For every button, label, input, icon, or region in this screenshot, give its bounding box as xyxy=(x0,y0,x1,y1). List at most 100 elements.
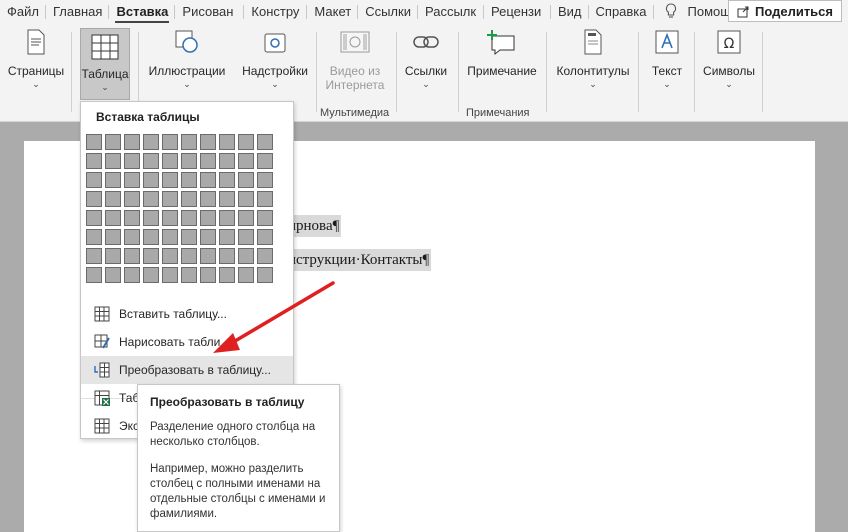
table-grid-cell[interactable] xyxy=(143,267,159,283)
table-grid-cell[interactable] xyxy=(162,248,178,264)
table-grid-cell[interactable] xyxy=(124,210,140,226)
table-grid-cell[interactable] xyxy=(143,248,159,264)
table-grid-cell[interactable] xyxy=(200,229,216,245)
table-grid-cell[interactable] xyxy=(162,153,178,169)
insert-table-item[interactable]: Вставить таблицу... xyxy=(81,300,293,328)
table-grid-cell[interactable] xyxy=(257,210,273,226)
tab-review[interactable]: Рецензи xyxy=(484,0,551,24)
table-grid-cell[interactable] xyxy=(143,172,159,188)
table-grid-cell[interactable] xyxy=(86,153,102,169)
table-grid-cell[interactable] xyxy=(124,191,140,207)
table-grid-cell[interactable] xyxy=(143,153,159,169)
draw-table-item[interactable]: Нарисовать табли xyxy=(81,328,293,356)
table-grid-cell[interactable] xyxy=(181,248,197,264)
table-grid-cell[interactable] xyxy=(219,267,235,283)
table-grid-cell[interactable] xyxy=(238,153,254,169)
table-grid-cell[interactable] xyxy=(143,134,159,150)
table-grid-cell[interactable] xyxy=(124,248,140,264)
table-grid-cell[interactable] xyxy=(162,229,178,245)
table-grid-cell[interactable] xyxy=(257,134,273,150)
table-grid-cell[interactable] xyxy=(257,267,273,283)
table-grid-cell[interactable] xyxy=(105,153,121,169)
table-grid-cell[interactable] xyxy=(105,267,121,283)
table-grid-cell[interactable] xyxy=(124,134,140,150)
table-grid-cell[interactable] xyxy=(162,267,178,283)
table-grid-cell[interactable] xyxy=(181,210,197,226)
lightbulb-icon[interactable] xyxy=(660,2,682,22)
convert-to-table-item[interactable]: Преобразовать в таблицу... xyxy=(81,356,293,384)
table-grid-cell[interactable] xyxy=(200,172,216,188)
tab-draw[interactable]: Рисован xyxy=(175,0,245,24)
table-grid-cell[interactable] xyxy=(181,153,197,169)
document-line[interactable]: ирнова¶ xyxy=(286,215,342,237)
table-grid-cell[interactable] xyxy=(200,153,216,169)
table-grid-cell[interactable] xyxy=(105,210,121,226)
table-grid-cell[interactable] xyxy=(105,134,121,150)
table-grid-cell[interactable] xyxy=(86,210,102,226)
pages-button[interactable]: Страницы ⌄ xyxy=(4,24,68,90)
table-grid-cell[interactable] xyxy=(162,172,178,188)
comment-button[interactable]: Примечание xyxy=(462,24,542,78)
table-grid-cell[interactable] xyxy=(238,191,254,207)
table-grid-cell[interactable] xyxy=(200,210,216,226)
table-grid-cell[interactable] xyxy=(124,229,140,245)
text-button[interactable]: Текст ⌄ xyxy=(644,24,690,90)
table-grid-cell[interactable] xyxy=(124,153,140,169)
table-grid-cell[interactable] xyxy=(86,172,102,188)
table-grid-cell[interactable] xyxy=(86,229,102,245)
tab-file[interactable]: Файл xyxy=(0,0,46,24)
table-grid-cell[interactable] xyxy=(181,191,197,207)
table-grid-cell[interactable] xyxy=(143,229,159,245)
table-grid-cell[interactable] xyxy=(238,248,254,264)
tab-references[interactable]: Ссылки xyxy=(358,0,418,24)
table-grid-cell[interactable] xyxy=(238,172,254,188)
table-grid-cell[interactable] xyxy=(257,191,273,207)
table-grid-cell[interactable] xyxy=(86,248,102,264)
table-grid-cell[interactable] xyxy=(162,210,178,226)
document-line[interactable]: нструкции·Контакты¶ xyxy=(286,249,432,271)
table-grid-cell[interactable] xyxy=(257,172,273,188)
table-grid-cell[interactable] xyxy=(238,134,254,150)
table-grid-cell[interactable] xyxy=(105,172,121,188)
table-grid-cell[interactable] xyxy=(238,229,254,245)
table-grid-cell[interactable] xyxy=(200,248,216,264)
table-grid-cell[interactable] xyxy=(181,229,197,245)
table-grid-cell[interactable] xyxy=(86,191,102,207)
table-grid-cell[interactable] xyxy=(219,153,235,169)
table-grid-cell[interactable] xyxy=(219,248,235,264)
table-grid-cell[interactable] xyxy=(219,210,235,226)
table-grid-cell[interactable] xyxy=(105,248,121,264)
table-grid-cell[interactable] xyxy=(181,267,197,283)
tab-insert[interactable]: Вставка xyxy=(109,0,176,24)
table-grid-cell[interactable] xyxy=(162,134,178,150)
table-grid-cell[interactable] xyxy=(200,191,216,207)
table-grid-cell[interactable] xyxy=(105,229,121,245)
tab-home[interactable]: Главная xyxy=(46,0,110,24)
header-footer-button[interactable]: Колонтитулы ⌄ xyxy=(550,24,636,90)
illustrations-button[interactable]: Иллюстрации ⌄ xyxy=(142,24,232,90)
table-grid-cell[interactable] xyxy=(143,210,159,226)
table-grid-cell[interactable] xyxy=(181,134,197,150)
table-grid-cell[interactable] xyxy=(238,267,254,283)
table-size-grid[interactable] xyxy=(86,134,276,286)
tab-design[interactable]: Констру xyxy=(244,0,308,24)
table-grid-cell[interactable] xyxy=(200,134,216,150)
tab-layout[interactable]: Макет xyxy=(307,0,359,24)
table-grid-cell[interactable] xyxy=(238,210,254,226)
table-grid-cell[interactable] xyxy=(162,191,178,207)
addins-button[interactable]: Надстройки ⌄ xyxy=(238,24,312,90)
table-grid-cell[interactable] xyxy=(105,191,121,207)
table-grid-cell[interactable] xyxy=(124,172,140,188)
tab-help[interactable]: Справка xyxy=(589,0,654,24)
table-grid-cell[interactable] xyxy=(86,134,102,150)
table-grid-cell[interactable] xyxy=(219,229,235,245)
links-button[interactable]: Ссылки ⌄ xyxy=(400,24,452,90)
table-grid-cell[interactable] xyxy=(124,267,140,283)
online-video-button[interactable]: Видео из Интернета xyxy=(318,24,392,92)
table-grid-cell[interactable] xyxy=(219,172,235,188)
table-grid-cell[interactable] xyxy=(257,229,273,245)
table-grid-cell[interactable] xyxy=(257,248,273,264)
tab-mailings[interactable]: Рассылк xyxy=(418,0,484,24)
table-grid-cell[interactable] xyxy=(143,191,159,207)
table-grid-cell[interactable] xyxy=(219,191,235,207)
